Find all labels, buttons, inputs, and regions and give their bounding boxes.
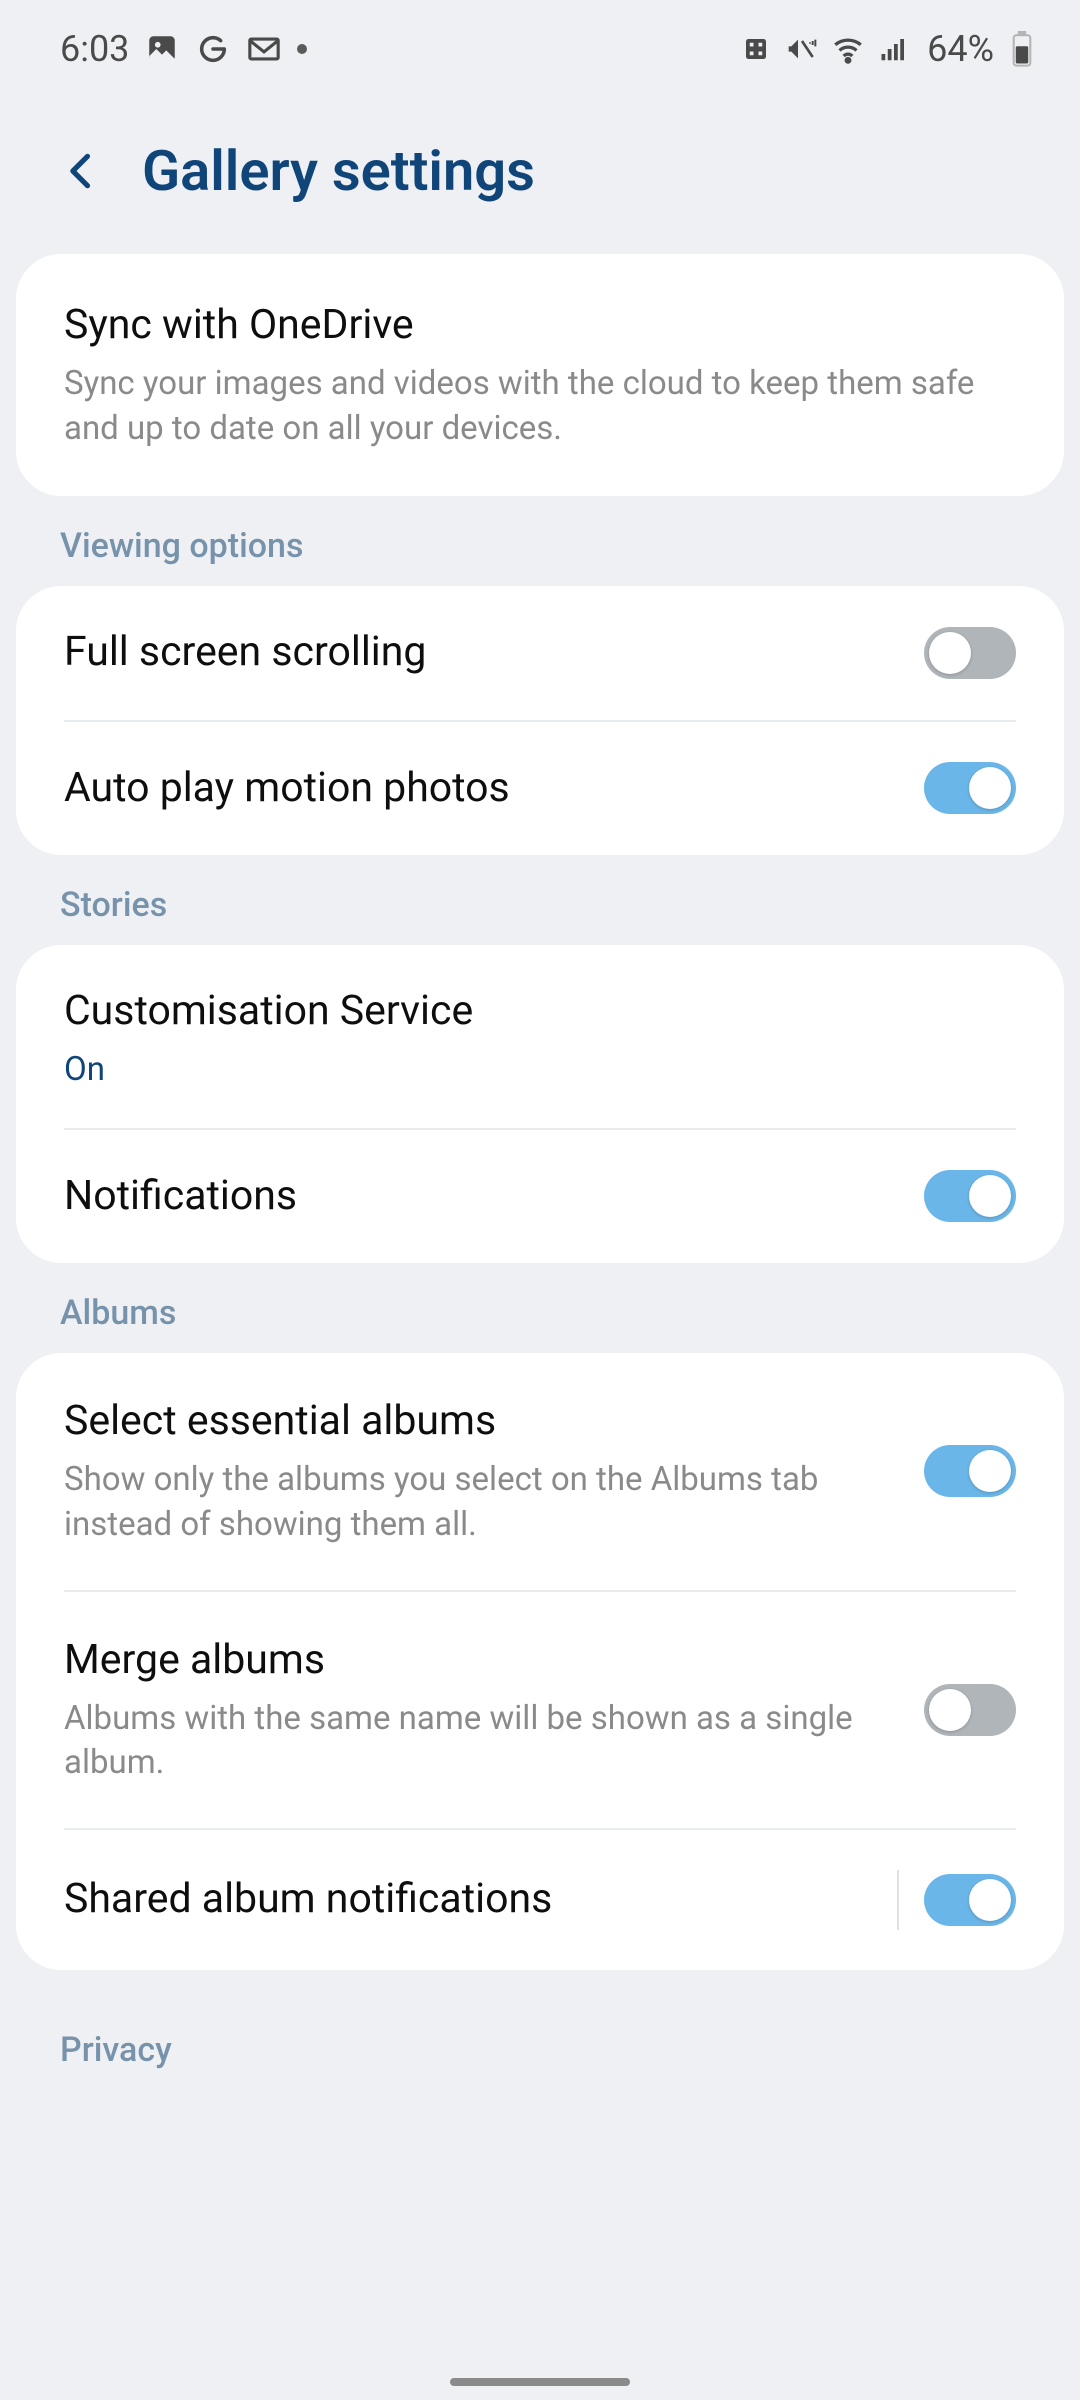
albums-card: Select essential albums Show only the al… [16,1353,1064,1970]
wifi-icon [830,31,866,67]
app-indicator-icon [738,31,774,67]
section-privacy: Privacy [0,1970,1080,2090]
row-label: Full screen scrolling [64,626,894,679]
section-stories: Stories [0,855,1080,945]
more-notifications-dot [297,44,307,54]
auto-play-motion-row[interactable]: Auto play motion photos [16,722,1064,855]
merge-albums-toggle[interactable] [924,1684,1016,1736]
home-indicator[interactable] [450,2378,630,2386]
status-left: 6:03 [60,28,307,70]
select-essential-albums-toggle[interactable] [924,1445,1016,1497]
notifications-row[interactable]: Notifications [16,1130,1064,1263]
signal-icon [876,31,912,67]
sync-desc: Sync your images and videos with the clo… [64,362,986,451]
gmail-icon [246,31,282,67]
row-label: Notifications [64,1170,894,1223]
shared-album-notifications-toggle[interactable] [924,1874,1016,1926]
sync-card: Sync with OneDrive Sync your images and … [16,254,1064,496]
battery-icon [1004,31,1040,67]
chevron-left-icon [60,149,104,193]
row-label: Shared album notifications [64,1873,867,1926]
full-screen-scrolling-row[interactable]: Full screen scrolling [16,586,1064,719]
battery-percent: 64% [927,28,994,70]
status-bar: 6:03 64% [0,0,1080,98]
row-status: On [64,1048,986,1093]
row-label: Auto play motion photos [64,762,894,815]
row-desc: Show only the albums you select on the A… [64,1458,894,1547]
picture-icon [144,31,180,67]
vibrate-mute-icon [784,31,820,67]
notifications-toggle[interactable] [924,1170,1016,1222]
row-desc: Albums with the same name will be shown … [64,1697,894,1786]
section-albums: Albums [0,1263,1080,1353]
vertical-divider [897,1870,899,1930]
status-time: 6:03 [60,28,129,70]
back-button[interactable] [60,149,104,193]
sync-onedrive-row[interactable]: Sync with OneDrive Sync your images and … [16,254,1064,496]
header: Gallery settings [0,98,1080,254]
stories-card: Customisation Service On Notifications [16,945,1064,1263]
viewing-card: Full screen scrolling Auto play motion p… [16,586,1064,855]
row-label: Merge albums [64,1634,894,1687]
customisation-service-row[interactable]: Customisation Service On [16,945,1064,1128]
google-icon [195,31,231,67]
shared-album-notifications-row[interactable]: Shared album notifications [16,1830,1064,1970]
status-right: 64% [738,28,1040,70]
select-essential-albums-row[interactable]: Select essential albums Show only the al… [16,1353,1064,1589]
sync-title: Sync with OneDrive [64,299,986,352]
auto-play-motion-toggle[interactable] [924,762,1016,814]
page-title: Gallery settings [142,138,535,204]
merge-albums-row[interactable]: Merge albums Albums with the same name w… [16,1592,1064,1828]
full-screen-scrolling-toggle[interactable] [924,627,1016,679]
section-viewing-options: Viewing options [0,496,1080,586]
row-label: Select essential albums [64,1395,894,1448]
row-label: Customisation Service [64,985,986,1038]
